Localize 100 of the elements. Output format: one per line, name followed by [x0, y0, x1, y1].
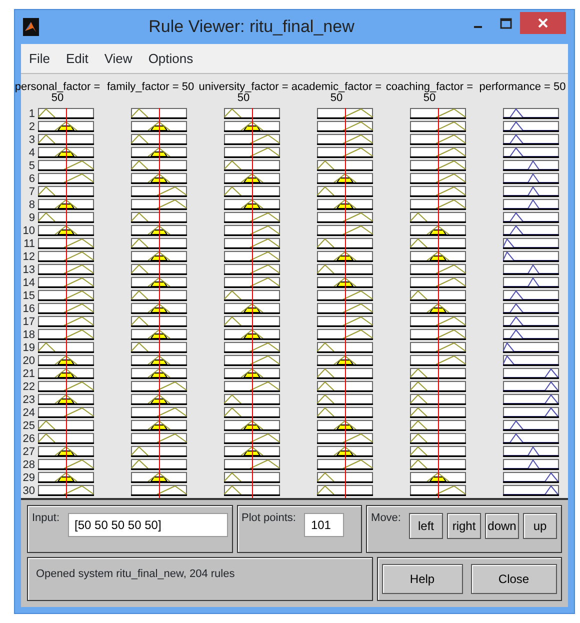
membership-plot	[317, 329, 373, 340]
variable-label: academic_factor = 50	[290, 82, 383, 104]
membership-plot	[503, 485, 559, 496]
membership-plot	[317, 147, 373, 158]
membership-plot	[503, 381, 559, 392]
membership-plot	[410, 225, 466, 236]
membership-plot	[410, 290, 466, 301]
rule-number: 6	[28, 173, 35, 186]
membership-plot	[38, 277, 94, 288]
rule-number: 30	[22, 485, 35, 498]
input-field[interactable]: [50 50 50 50 50]	[68, 513, 228, 537]
maximize-icon	[500, 18, 512, 28]
rule-number: 23	[22, 394, 35, 407]
membership-plot	[224, 147, 280, 158]
membership-plot	[503, 277, 559, 288]
membership-plot	[131, 225, 187, 236]
membership-plot	[38, 147, 94, 158]
membership-plot	[503, 446, 559, 457]
membership-plot	[131, 459, 187, 470]
close-button[interactable]	[520, 12, 566, 34]
menu-item[interactable]: Edit	[66, 48, 88, 68]
menu-item[interactable]: Options	[148, 48, 194, 68]
move-button[interactable]: up	[523, 513, 557, 539]
membership-plot	[131, 342, 187, 353]
membership-plot	[38, 446, 94, 457]
input-label: Input:	[32, 511, 60, 526]
status-message: Opened system ritu_final_new, 204 rules	[36, 568, 235, 580]
membership-plot	[410, 121, 466, 132]
membership-plot	[224, 173, 280, 184]
membership-plot	[224, 199, 280, 210]
plot-points-field[interactable]: 101	[304, 513, 344, 537]
membership-plot	[131, 186, 187, 197]
membership-plot	[38, 134, 94, 145]
membership-plot	[224, 407, 280, 418]
move-button[interactable]: right	[447, 513, 481, 539]
app-logo-icon	[23, 18, 39, 36]
membership-plot	[38, 160, 94, 171]
membership-plot	[131, 238, 187, 249]
rule-number: 13	[22, 264, 35, 277]
membership-plot	[410, 342, 466, 353]
membership-plot	[317, 316, 373, 327]
membership-plot	[317, 290, 373, 301]
membership-plot	[410, 238, 466, 249]
membership-plot	[503, 264, 559, 275]
membership-plot	[410, 173, 466, 184]
rule-number: 19	[22, 342, 35, 355]
dialog-button[interactable]: Close	[470, 564, 557, 594]
menu-item[interactable]: File	[29, 48, 50, 68]
membership-plot	[131, 251, 187, 262]
rule-number: 5	[28, 160, 35, 173]
membership-plot	[317, 251, 373, 262]
membership-plot	[410, 459, 466, 470]
membership-plot	[503, 420, 559, 431]
membership-plot	[410, 264, 466, 275]
membership-plot	[38, 342, 94, 353]
membership-plot	[38, 303, 94, 314]
membership-plot	[38, 212, 94, 223]
rule-number: 18	[22, 329, 35, 342]
variable-label: personal_factor = 50	[14, 82, 102, 104]
membership-plot	[317, 303, 373, 314]
membership-plot	[38, 329, 94, 340]
membership-plot	[503, 173, 559, 184]
membership-plot	[317, 173, 373, 184]
rule-number: 27	[22, 446, 35, 459]
membership-plot	[131, 355, 187, 366]
rule-number: 12	[22, 251, 35, 264]
membership-plot	[224, 485, 280, 496]
membership-plot	[224, 277, 280, 288]
menu-item[interactable]: View	[104, 48, 132, 68]
membership-plot	[224, 394, 280, 405]
dialog-button[interactable]: Help	[382, 564, 462, 594]
membership-plot	[131, 147, 187, 158]
rule-number: 29	[22, 472, 35, 485]
membership-plot	[503, 225, 559, 236]
membership-plot	[224, 355, 280, 366]
membership-plot	[131, 368, 187, 379]
rule-number: 1	[28, 108, 35, 121]
membership-plot	[410, 368, 466, 379]
membership-plot	[131, 160, 187, 171]
move-button[interactable]: down	[485, 513, 519, 539]
membership-plot	[131, 381, 187, 392]
membership-plot	[410, 381, 466, 392]
membership-plot	[503, 238, 559, 249]
rule-number: 17	[22, 316, 35, 329]
membership-plot	[410, 134, 466, 145]
variable-label: coaching_factor = 50	[384, 82, 474, 104]
membership-plot	[131, 277, 187, 288]
membership-plot	[410, 485, 466, 496]
membership-plot	[317, 186, 373, 197]
membership-plot	[503, 316, 559, 327]
membership-plot	[410, 160, 466, 171]
membership-plot	[317, 381, 373, 392]
membership-plot	[224, 342, 280, 353]
membership-plot	[224, 160, 280, 171]
membership-plot	[503, 147, 559, 158]
membership-plot	[224, 329, 280, 340]
move-button[interactable]: left	[409, 513, 443, 539]
membership-plot	[38, 407, 94, 418]
membership-plot	[317, 238, 373, 249]
membership-plot	[38, 316, 94, 327]
